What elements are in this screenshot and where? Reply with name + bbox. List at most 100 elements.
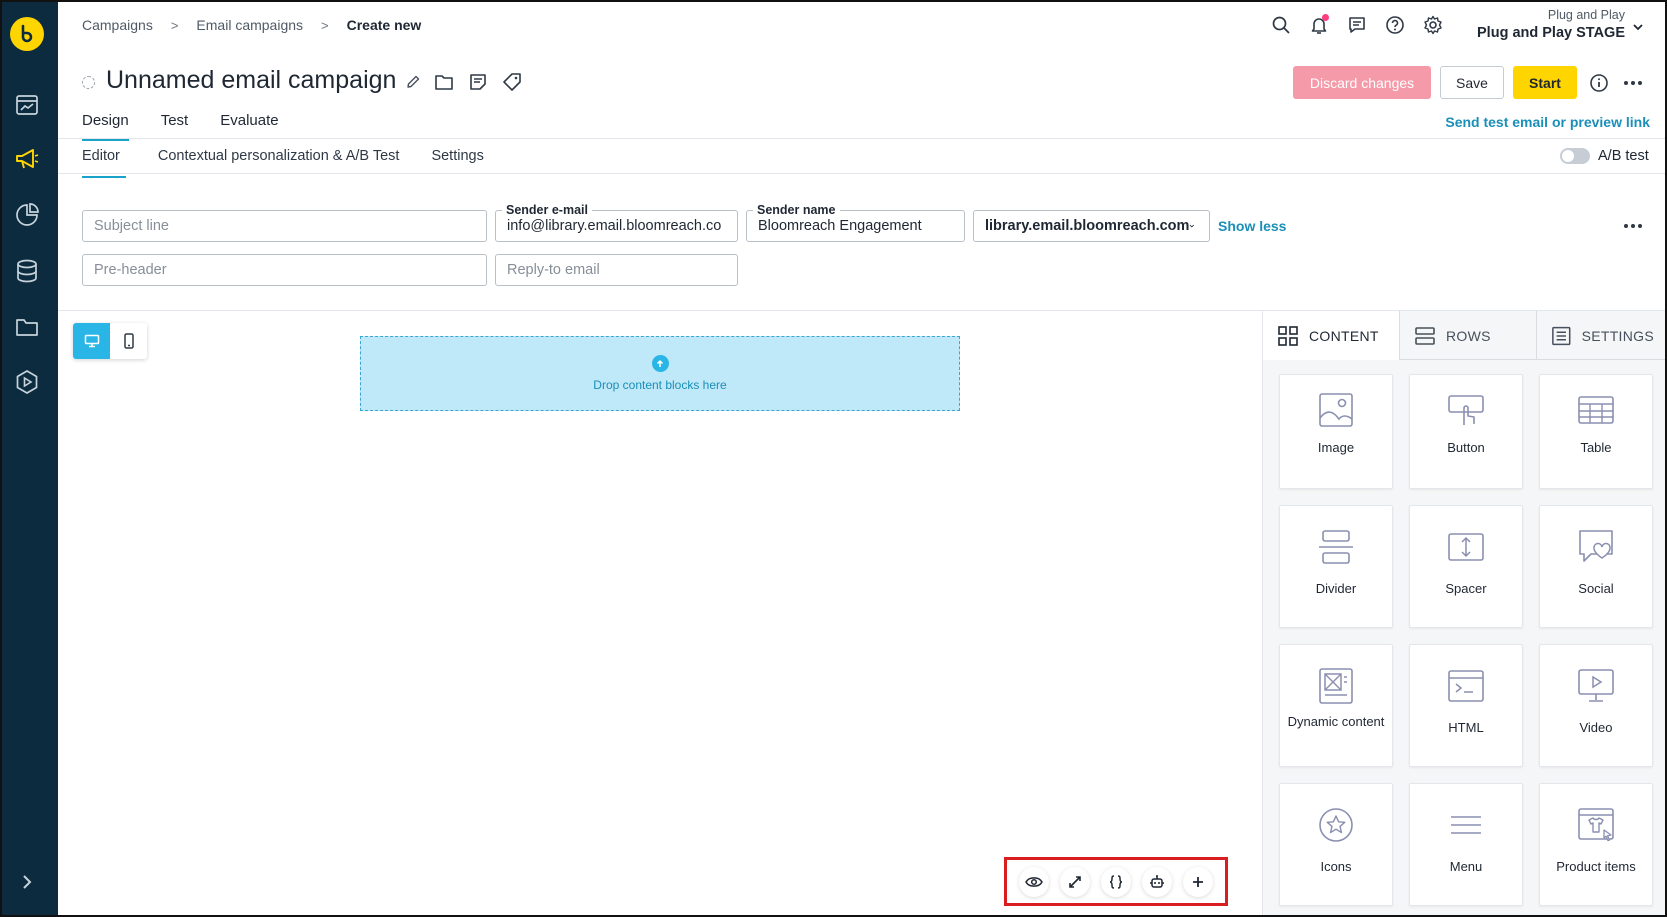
fullscreen-icon[interactable] [1059, 866, 1090, 897]
block-product-items-label: Product items [1556, 859, 1636, 874]
block-divider[interactable]: Divider [1279, 505, 1393, 628]
breadcrumb-email-campaigns[interactable]: Email campaigns [196, 17, 303, 33]
mobile-icon [123, 333, 134, 349]
block-table[interactable]: Table [1539, 374, 1653, 489]
social-heart-icon [1577, 528, 1615, 566]
block-video-label: Video [1579, 720, 1613, 735]
notification-badge [1322, 14, 1329, 21]
block-menu-label: Menu [1449, 859, 1483, 874]
campaigns-megaphone-icon[interactable] [13, 145, 41, 173]
content-drop-zone[interactable]: Drop content blocks here [360, 336, 960, 411]
chevron-down-icon[interactable] [1632, 20, 1644, 32]
editor-floating-toolbar [1004, 857, 1228, 906]
panel-tab-content[interactable]: CONTENT [1263, 311, 1400, 360]
breadcrumb-separator: > [170, 17, 179, 33]
ab-test-toggle[interactable] [1560, 148, 1590, 164]
project-name: Plug and Play STAGE [1477, 25, 1625, 41]
block-icons[interactable]: Icons [1279, 783, 1393, 906]
info-icon[interactable] [1588, 72, 1610, 94]
mobile-view-button[interactable] [110, 323, 147, 359]
divider [58, 173, 1667, 174]
tab-test[interactable]: Test [161, 112, 189, 141]
tag-icon[interactable] [501, 71, 523, 93]
panel-tab-settings-label: SETTINGS [1581, 327, 1654, 344]
bloomreach-logo[interactable] [10, 17, 44, 51]
block-html-label: HTML [1448, 720, 1484, 735]
project-switcher[interactable]: Plug and Play Plug and Play STAGE [1477, 8, 1625, 41]
preheader-input[interactable]: Pre-header [82, 254, 487, 286]
block-image[interactable]: Image [1279, 374, 1393, 489]
edit-pencil-icon[interactable] [405, 71, 421, 93]
campaign-title: Unnamed email campaign [106, 66, 397, 94]
panel-tab-content-label: CONTENT [1309, 327, 1379, 344]
breadcrumb-current: Create new [346, 17, 422, 33]
menu-lines-icon [1447, 806, 1485, 844]
block-divider-label: Divider [1315, 581, 1357, 596]
save-button[interactable]: Save [1440, 66, 1504, 99]
table-icon [1577, 391, 1615, 429]
ab-test-label: A/B test [1598, 148, 1649, 164]
subject-line-input[interactable]: Subject line [82, 210, 487, 242]
title-actions [405, 71, 523, 93]
search-icon[interactable] [1270, 14, 1292, 36]
block-html[interactable]: HTML [1409, 644, 1523, 767]
assets-folder-icon[interactable] [13, 313, 41, 341]
device-preview-toggle [73, 323, 147, 359]
sender-domain-select[interactable]: library.email.bloomreach.com [973, 210, 1210, 242]
panel-tab-settings[interactable]: SETTINGS [1537, 311, 1667, 360]
content-blocks-panel: CONTENT ROWS SETTINGS Image Button Table… [1262, 311, 1667, 917]
dashboard-icon[interactable] [13, 91, 41, 119]
panel-tab-rows-label: ROWS [1446, 327, 1491, 344]
block-menu[interactable]: Menu [1409, 783, 1523, 906]
block-button-label: Button [1447, 440, 1485, 455]
block-icons-label: Icons [1320, 859, 1352, 874]
start-button[interactable]: Start [1513, 66, 1577, 99]
product-items-icon [1577, 806, 1615, 844]
block-social[interactable]: Social [1539, 505, 1653, 628]
block-dynamic-content-label: Dynamic content [1287, 714, 1385, 729]
show-less-link[interactable]: Show less [1218, 218, 1286, 234]
scenarios-play-icon[interactable] [13, 368, 41, 396]
data-database-icon[interactable] [13, 257, 41, 285]
block-video[interactable]: Video [1539, 644, 1653, 767]
block-spacer[interactable]: Spacer [1409, 505, 1523, 628]
divider [58, 138, 1667, 139]
reply-to-email-input[interactable]: Reply-to email [495, 254, 738, 286]
desktop-view-button[interactable] [73, 323, 110, 359]
preview-icon[interactable] [1018, 866, 1049, 897]
help-icon[interactable] [1384, 14, 1406, 36]
more-options-icon[interactable] [1621, 218, 1645, 234]
button-tap-icon [1447, 391, 1485, 429]
image-icon [1317, 391, 1355, 429]
tab-design[interactable]: Design [82, 112, 129, 141]
block-image-label: Image [1317, 440, 1355, 455]
sender-domain-value: library.email.bloomreach.com [985, 218, 1190, 234]
analytics-pie-icon[interactable] [13, 201, 41, 229]
block-product-items[interactable]: Product items [1539, 783, 1653, 906]
notifications-bell-icon[interactable] [1308, 14, 1330, 36]
plus-icon[interactable] [1183, 866, 1214, 897]
block-table-label: Table [1580, 440, 1612, 455]
panel-tab-rows[interactable]: ROWS [1400, 311, 1537, 360]
bot-icon[interactable] [1142, 866, 1173, 897]
status-draft-icon [82, 76, 95, 89]
block-button[interactable]: Button [1409, 374, 1523, 489]
upload-arrow-icon [651, 355, 669, 372]
left-nav-rail [0, 0, 58, 917]
html-terminal-icon [1447, 667, 1485, 705]
folder-icon[interactable] [433, 71, 455, 93]
discard-changes-button[interactable]: Discard changes [1293, 66, 1431, 99]
notes-icon[interactable] [467, 71, 489, 93]
block-dynamic-content[interactable]: Dynamic content [1279, 644, 1393, 767]
expand-rail-chevron-icon[interactable] [17, 872, 37, 892]
tab-evaluate[interactable]: Evaluate [220, 112, 278, 141]
breadcrumb-campaigns[interactable]: Campaigns [82, 17, 153, 33]
block-social-label: Social [1578, 581, 1614, 596]
settings-gear-icon[interactable] [1422, 14, 1444, 36]
settings-list-icon [1552, 326, 1571, 345]
send-test-email-link[interactable]: Send test email or preview link [1445, 114, 1650, 130]
chat-icon[interactable] [1346, 14, 1368, 36]
code-braces-icon[interactable] [1100, 866, 1131, 897]
video-icon [1577, 667, 1615, 705]
more-options-icon[interactable] [1621, 72, 1645, 94]
